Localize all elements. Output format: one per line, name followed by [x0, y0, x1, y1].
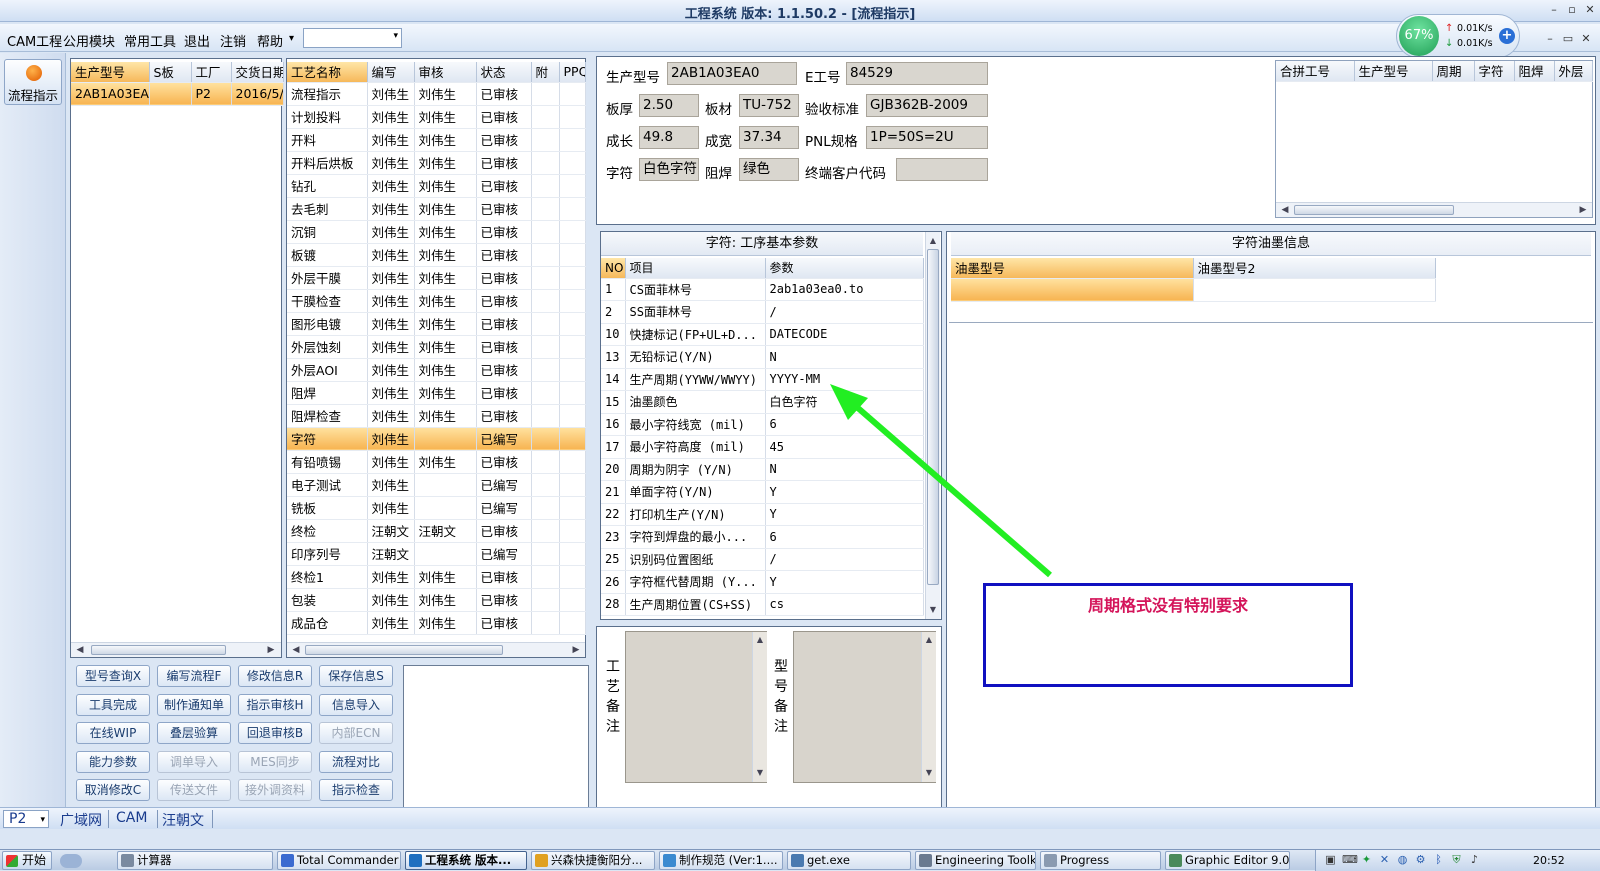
app-icon — [409, 854, 422, 867]
tray-volume-icon[interactable]: ♪ — [1468, 853, 1481, 866]
tray-settings-icon[interactable]: ⚙ — [1414, 853, 1427, 866]
taskbar-task-label: Total Commander ... — [297, 853, 400, 867]
app-icon — [1044, 854, 1057, 867]
taskbar-task-label: Engineering Toolki... — [935, 853, 1036, 867]
taskbar-task-label: 计算器 — [137, 853, 172, 867]
tray-monitor-icon[interactable]: ▣ — [1324, 853, 1337, 866]
factory-combo[interactable]: P2 ▾ — [3, 810, 49, 828]
arrow-shaft — [841, 392, 1052, 578]
taskbar-clock[interactable]: 20:52 — [1533, 854, 1565, 867]
taskbar-task[interactable]: get.exe — [787, 851, 911, 870]
app-icon — [663, 854, 676, 867]
divider — [157, 810, 158, 828]
tray-keyboard-icon[interactable]: ⌨ — [1342, 853, 1358, 866]
taskbar-task-label: 制作规范 (Ver:1.... — [679, 853, 778, 867]
system-tray: ▣ ⌨ ✦ ✕ ◍ ⚙ ᛒ ⛨ ♪ 20:52 — [1315, 850, 1600, 871]
factory-combo-value: P2 — [9, 811, 27, 827]
status-cam: CAM — [116, 810, 148, 826]
app-icon — [121, 854, 134, 867]
taskbar-task-label: Graphic Editor 9.0... — [1185, 853, 1290, 867]
taskbar-task[interactable]: Total Commander ... — [277, 851, 401, 870]
tray-bluetooth-icon[interactable]: ᛒ — [1432, 853, 1445, 866]
taskbar-task-label: 兴森快捷衡阳分... — [551, 853, 643, 867]
taskbar-task[interactable]: 计算器 — [117, 851, 273, 870]
taskbar-task-label: get.exe — [807, 853, 850, 867]
taskbar-task[interactable]: 工程系统 版本... — [405, 851, 527, 870]
start-label: 开始 — [22, 853, 47, 867]
taskbar-task[interactable]: Graphic Editor 9.0... — [1165, 851, 1290, 870]
status-bar: P2 ▾ 广域网 CAM 汪朝文 — [0, 807, 1600, 829]
taskbar: 开始 计算器 Total Commander ... 工程系统 版本... 兴森快捷衡… — [0, 849, 1600, 871]
app-icon — [919, 854, 932, 867]
tray-shield-icon[interactable]: ⛨ — [1450, 853, 1463, 866]
quick-launch-icon[interactable] — [60, 854, 82, 868]
divider — [212, 810, 213, 828]
chevron-down-icon: ▾ — [40, 815, 45, 825]
taskbar-task-label: Progress — [1060, 853, 1110, 867]
tray-run-icon[interactable]: ✦ — [1360, 853, 1373, 866]
taskbar-task[interactable]: Engineering Toolki... — [915, 851, 1036, 870]
taskbar-task[interactable]: 制作规范 (Ver:1.... — [659, 851, 783, 870]
divider — [108, 810, 109, 828]
taskbar-task-label: 工程系统 版本... — [425, 853, 512, 867]
status-user: 汪朝文 — [162, 813, 204, 829]
status-network: 广域网 — [60, 813, 102, 829]
tray-close-x-icon[interactable]: ✕ — [1378, 853, 1391, 866]
app-icon — [535, 854, 548, 867]
start-button[interactable]: 开始 — [2, 851, 52, 870]
app-icon — [791, 854, 804, 867]
taskbar-task[interactable]: Progress — [1040, 851, 1161, 870]
tray-globe-icon[interactable]: ◍ — [1396, 853, 1409, 866]
app-icon — [281, 854, 294, 867]
app-icon — [1169, 854, 1182, 867]
taskbar-task[interactable]: 兴森快捷衡阳分... — [531, 851, 655, 870]
windows-logo-icon — [6, 855, 18, 867]
annotation-arrow — [830, 384, 1052, 578]
